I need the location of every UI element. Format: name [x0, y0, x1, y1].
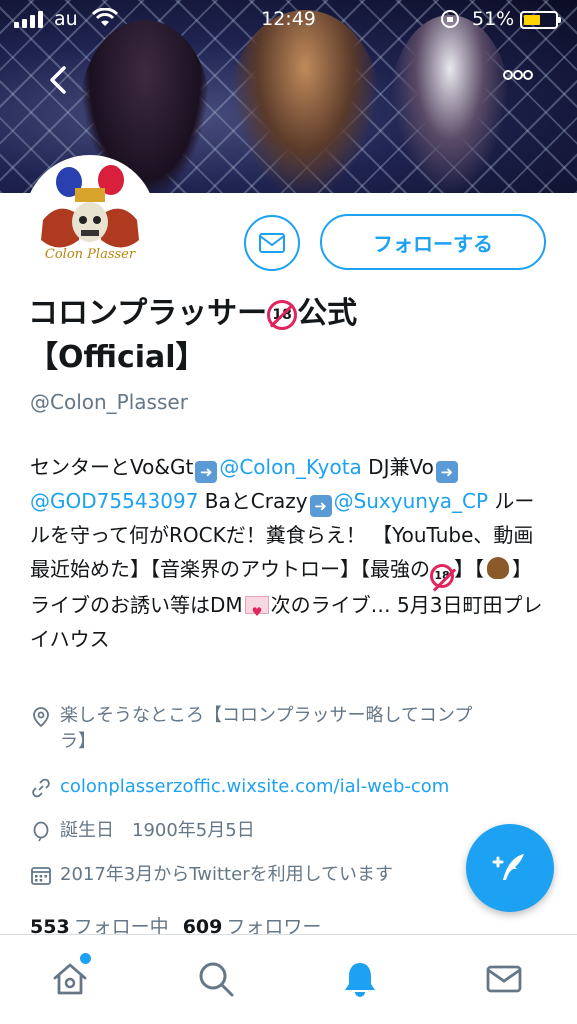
band-logo-image: Colon Plasser [29, 160, 151, 282]
bio-text: BaとCrazy [198, 489, 308, 513]
profile-birthday: 誕生日 1900年5月5日 [30, 818, 255, 844]
link-icon [32, 778, 50, 798]
status-bar: au 12:49 51% [0, 0, 577, 40]
profile-name-part1: コロンプラッサー [28, 296, 268, 331]
calendar-icon [31, 867, 51, 885]
message-button[interactable] [244, 215, 300, 271]
back-button[interactable] [40, 60, 80, 100]
follow-button[interactable]: フォローする [320, 214, 546, 270]
profile-location: 楽しそうなところ【コロンプラッサー略してコンプラ】 [30, 703, 490, 755]
tab-messages[interactable] [484, 959, 524, 999]
right-arrow-icon: ➜ [435, 461, 458, 483]
compose-feather-icon [492, 854, 524, 880]
avatar[interactable]: Colon Plasser [24, 155, 156, 287]
compose-tweet-button[interactable] [466, 824, 554, 912]
battery-percent: 51% [472, 8, 515, 30]
more-options-button[interactable] [496, 60, 540, 90]
love-letter-icon [244, 595, 269, 629]
no-under-18-icon: 18 [430, 564, 454, 588]
bell-icon [345, 963, 375, 997]
profile-name-part2: 公式 [297, 296, 358, 331]
bio-text: センターとVo&Gt [30, 455, 194, 479]
profile-joined: 2017年3月からTwitterを利用しています [30, 862, 393, 888]
envelope-icon [486, 965, 522, 993]
svg-text:Colon Plasser: Colon Plasser [45, 247, 136, 262]
tab-notifications[interactable] [340, 959, 380, 999]
profile-handle: @Colon_Plasser [30, 390, 188, 414]
bio-mention-link[interactable]: @Colon_Kyota [219, 455, 362, 479]
bottom-tab-bar [0, 934, 577, 1024]
no-under-18-icon: 18 [267, 300, 298, 330]
chevron-left-icon [50, 66, 66, 94]
battery-icon [520, 11, 561, 29]
rotation-lock-icon [441, 10, 459, 28]
profile-name: コロンプラッサー 18 公式 【Official】 [28, 292, 548, 380]
poop-icon [487, 557, 509, 579]
search-icon [199, 962, 234, 997]
bio-mention-link[interactable]: @GOD75543097 [30, 489, 198, 513]
ellipsis-icon [503, 70, 533, 80]
home-icon [53, 963, 87, 995]
joined-text: 2017年3月からTwitterを利用しています [60, 864, 394, 885]
bio-mention-link[interactable]: @Suxyunya_CP [334, 489, 489, 513]
location-text: 楽しそうなところ【コロンプラッサー略してコンプラ】 [60, 705, 473, 752]
tab-search[interactable] [196, 959, 236, 999]
balloon-icon [33, 821, 49, 842]
profile-website[interactable]: colonplasserzoffic.wixsite.com/ial-web-c… [30, 774, 449, 800]
profile-name-part3: 【Official】 [28, 340, 206, 375]
website-link[interactable]: colonplasserzoffic.wixsite.com/ial-web-c… [60, 774, 449, 800]
bio-text: DJ兼Vo [361, 455, 434, 479]
location-pin-icon [33, 707, 49, 728]
right-arrow-icon: ➜ [195, 461, 218, 483]
tab-home[interactable] [50, 953, 91, 999]
birthday-text: 誕生日 1900年5月5日 [60, 820, 255, 841]
new-tweets-indicator [80, 953, 91, 964]
profile-bio: センターとVo&Gt ➜ @Colon_Kyota DJ兼Vo ➜@GOD755430… [30, 450, 550, 656]
envelope-icon [259, 233, 285, 253]
right-arrow-icon: ➜ [309, 495, 332, 517]
bio-text: 】【 [454, 557, 484, 581]
